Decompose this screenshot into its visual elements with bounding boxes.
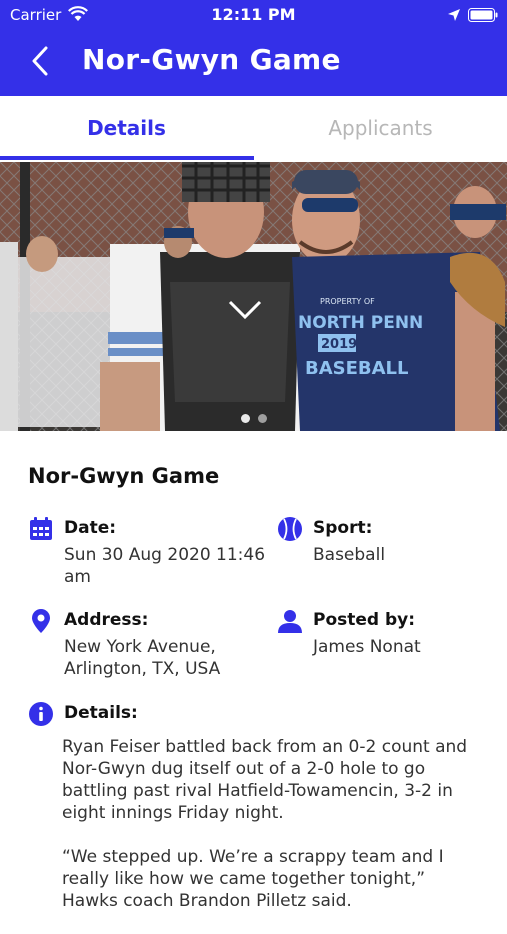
address-value: New York Avenue, Arlington, TX, USA	[64, 636, 220, 680]
jersey-text-line-1: PROPERTY OF	[320, 297, 375, 306]
details-description: Ryan Feiser battled back from an 0-2 cou…	[62, 736, 482, 934]
location-arrow-icon	[447, 7, 461, 26]
details-label: Details:	[64, 703, 138, 723]
date-label: Date:	[64, 518, 117, 538]
status-bar: Carrier 12:11 PM	[0, 0, 507, 30]
date-value: Sun 30 Aug 2020 11:46 am	[64, 544, 265, 588]
game-photo-carousel[interactable]: PROPERTY OF NORTH PENN 2019 BASEBALL	[0, 162, 507, 431]
carousel-dot-1[interactable]	[241, 414, 250, 423]
tab-bar: Details Applicants	[0, 96, 507, 162]
sport-value: Baseball	[313, 545, 386, 565]
back-chevron-icon	[32, 46, 48, 76]
date-value-line-2: am	[64, 567, 91, 587]
nav-bar: Nor-Gwyn Game	[0, 30, 507, 96]
address-line-1: New York Avenue,	[64, 637, 216, 657]
game-photo: PROPERTY OF NORTH PENN 2019 BASEBALL	[0, 162, 507, 431]
baseball-icon	[278, 517, 302, 541]
map-pin-icon	[32, 609, 50, 633]
battery-icon	[468, 7, 498, 26]
posted-by-value: James Nonat	[313, 637, 421, 657]
jersey-text-line-3: 2019	[321, 337, 357, 352]
game-title: Nor-Gwyn Game	[28, 464, 220, 488]
jersey-text-line-2: NORTH PENN	[298, 313, 423, 333]
jersey-text-line-4: BASEBALL	[305, 358, 409, 379]
posted-by-label: Posted by:	[313, 610, 416, 630]
tab-applicants[interactable]: Applicants	[254, 96, 507, 160]
carousel-dot-2[interactable]	[258, 414, 267, 423]
details-paragraph: Ryan Feiser battled back from an 0-2 cou…	[62, 737, 468, 823]
active-tab-indicator	[0, 156, 254, 160]
app-header: Carrier 12:11 PM Nor-Gwyn Game	[0, 0, 507, 96]
tab-details[interactable]: Details	[0, 96, 253, 160]
info-icon	[29, 702, 53, 726]
address-line-2: Arlington, TX, USA	[64, 659, 221, 679]
back-button[interactable]	[28, 44, 56, 78]
calendar-icon	[30, 517, 52, 540]
sport-label: Sport:	[313, 518, 373, 538]
carousel-page-indicator	[237, 408, 271, 427]
address-label: Address:	[64, 610, 149, 630]
user-icon	[278, 610, 302, 633]
game-details-section: Nor-Gwyn Game Date: Sun 30 Aug 2020 11:4…	[0, 431, 507, 911]
details-paragraph: “We stepped up. We’re a scrappy team and…	[62, 847, 444, 911]
page-title: Nor-Gwyn Game	[82, 43, 341, 76]
date-value-line-1: Sun 30 Aug 2020 11:46	[64, 545, 266, 565]
status-time: 12:11 PM	[211, 5, 296, 24]
